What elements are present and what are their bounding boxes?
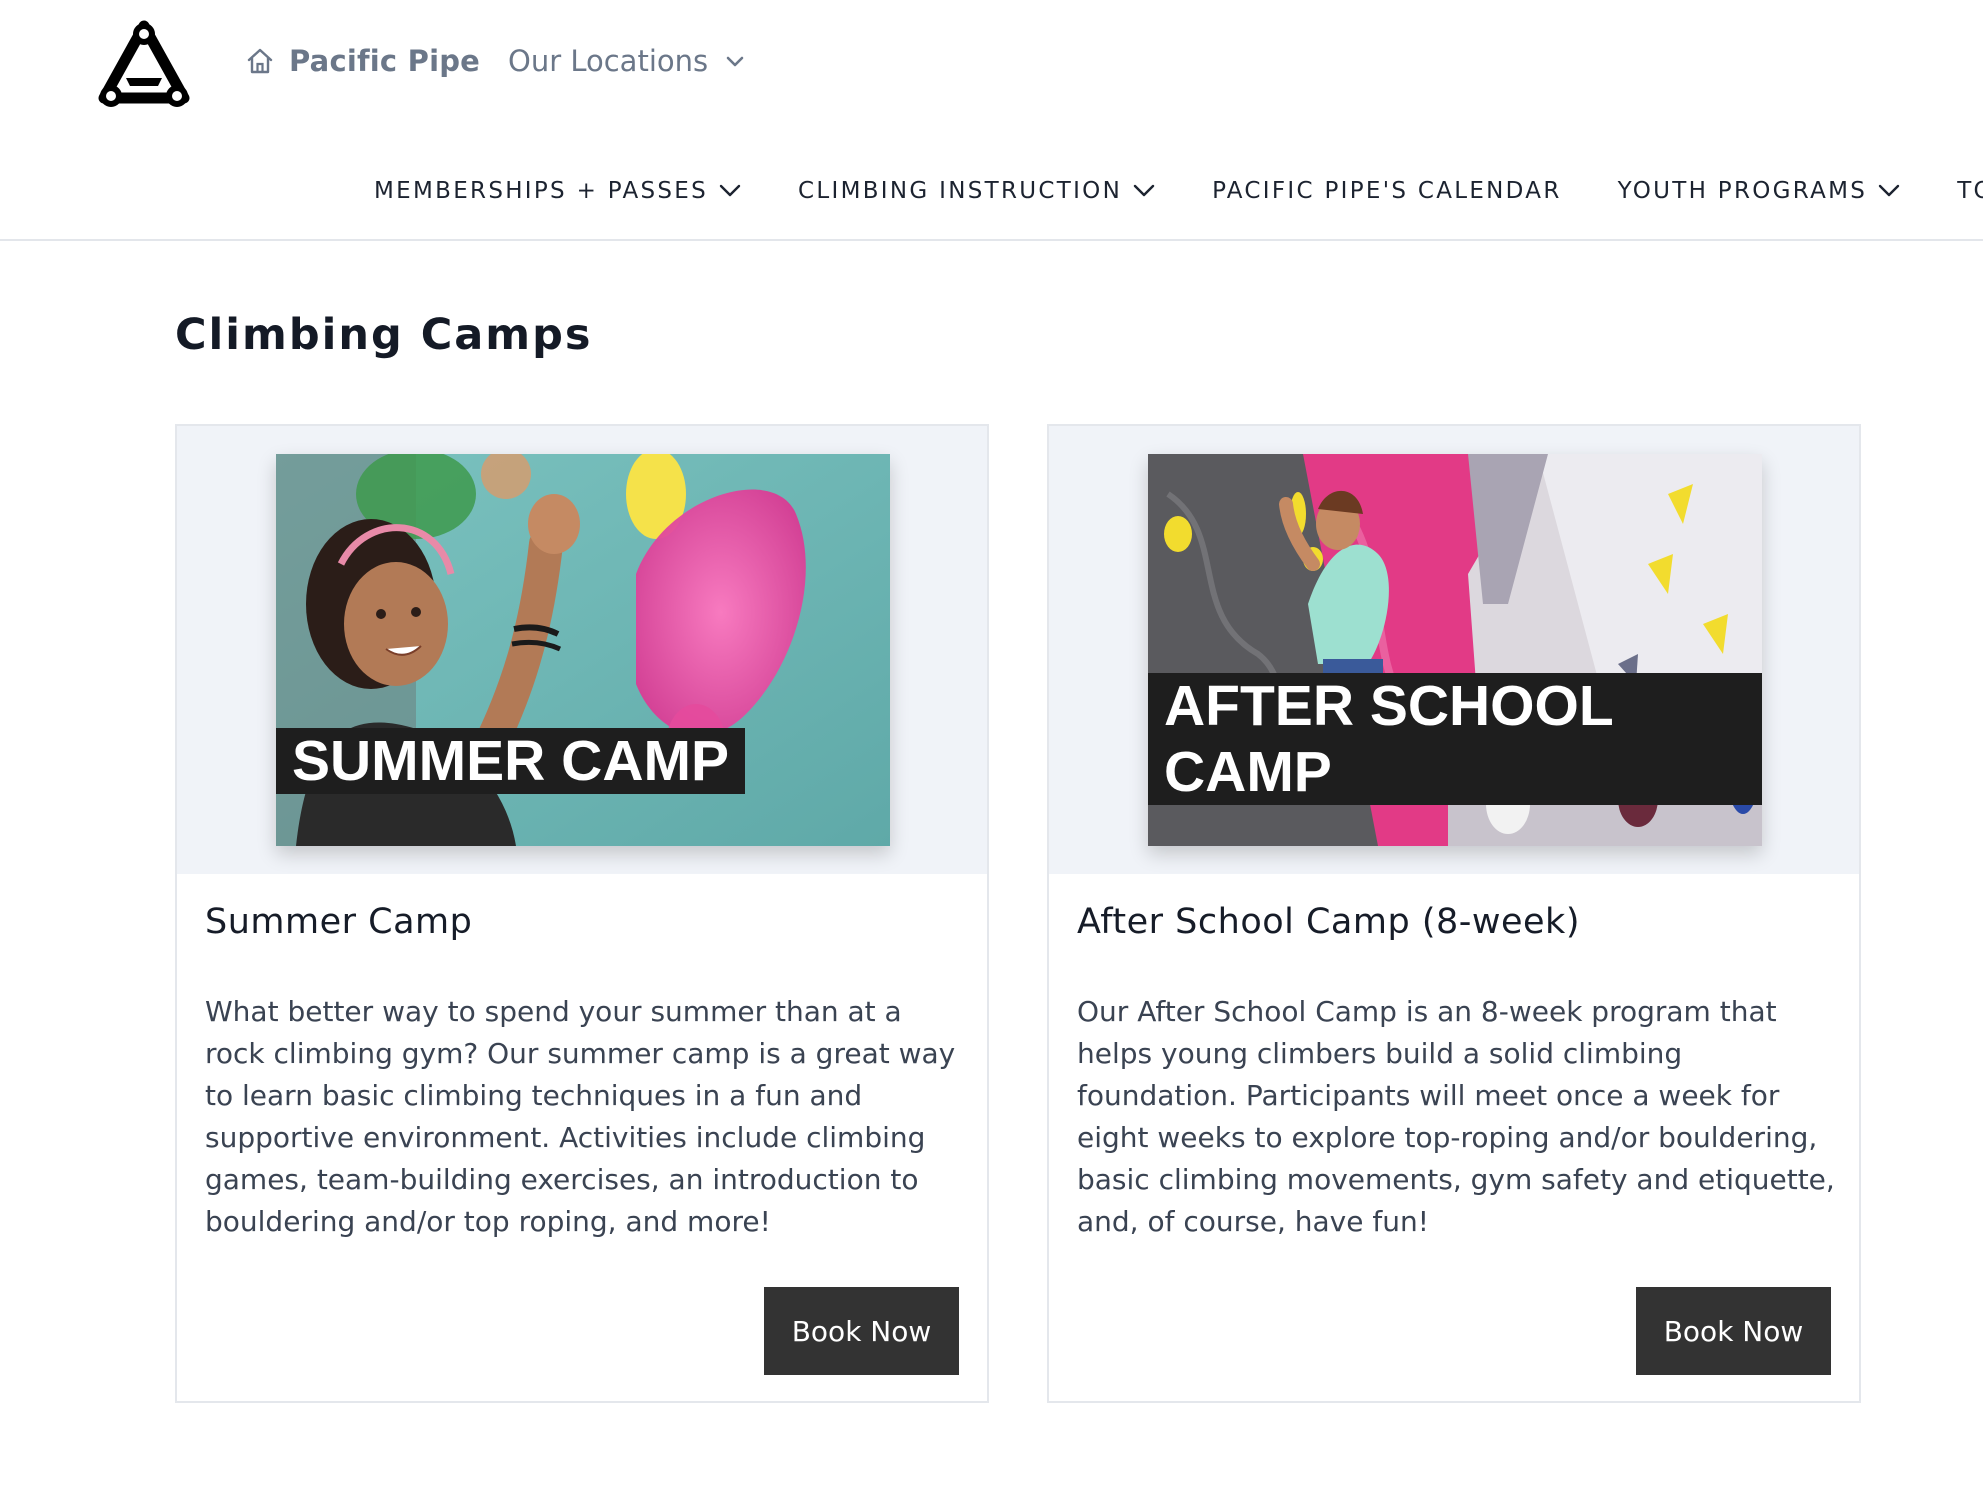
card-title: After School Camp (8-week) (1077, 902, 1580, 942)
nav-item-label: CLIMBING INSTRUCTION (798, 178, 1123, 204)
nav-item-label: MEMBERSHIPS + PASSES (374, 178, 709, 204)
nav-item-label: TOUCH (1957, 178, 1983, 204)
card-title: Summer Camp (205, 902, 473, 942)
main-navigation: MEMBERSHIPS + PASSES CLIMBING INSTRUCTIO… (0, 128, 1983, 241)
card-media: AFTER SCHOOL CAMP (1049, 426, 1859, 874)
nav-item-label: PACIFIC PIPE'S CALENDAR (1212, 178, 1562, 204)
camp-card-after-school: AFTER SCHOOL CAMP After School Camp (8-w… (1047, 424, 1861, 1403)
camp-card-summer: SUMMER CAMP Summer Camp What better way … (175, 424, 989, 1403)
nav-item-youth-programs[interactable]: YOUTH PROGRAMS (1618, 178, 1902, 204)
nav-item-touch[interactable]: TOUCH (1957, 178, 1983, 204)
card-description: Our After School Camp is an 8-week progr… (1077, 995, 1835, 1238)
nav-item-memberships-passes[interactable]: MEMBERSHIPS + PASSES (374, 178, 742, 204)
after-school-camp-image[interactable]: AFTER SCHOOL CAMP (1148, 454, 1762, 846)
book-now-button[interactable]: Book Now (1636, 1287, 1831, 1375)
locations-dropdown[interactable]: Our Locations (508, 44, 746, 78)
locations-label: Our Locations (508, 44, 709, 78)
top-bar: Pacific Pipe Our Locations (0, 0, 1983, 128)
image-caption: AFTER SCHOOL CAMP (1148, 673, 1762, 805)
card-media: SUMMER CAMP (177, 426, 987, 874)
nav-list: MEMBERSHIPS + PASSES CLIMBING INSTRUCTIO… (374, 178, 1983, 204)
chevron-down-icon (719, 184, 741, 197)
nav-item-calendar[interactable]: PACIFIC PIPE'S CALENDAR (1212, 178, 1562, 204)
image-caption: SUMMER CAMP (276, 728, 745, 794)
nav-item-label: YOUTH PROGRAMS (1617, 178, 1868, 204)
card-description: What better way to spend your summer tha… (205, 995, 956, 1238)
book-now-button[interactable]: Book Now (764, 1287, 959, 1375)
chevron-down-icon (1879, 184, 1900, 197)
chevron-down-icon (1133, 184, 1155, 197)
chevron-down-icon (726, 56, 744, 67)
page-title: Climbing Camps (175, 310, 593, 360)
home-icon (247, 48, 273, 74)
brand-name: Pacific Pipe (289, 44, 481, 78)
summer-camp-image[interactable]: SUMMER CAMP (276, 454, 890, 846)
nav-item-climbing-instruction[interactable]: CLIMBING INSTRUCTION (798, 178, 1156, 204)
home-link[interactable]: Pacific Pipe (245, 44, 480, 78)
logo-icon[interactable] (96, 20, 192, 110)
